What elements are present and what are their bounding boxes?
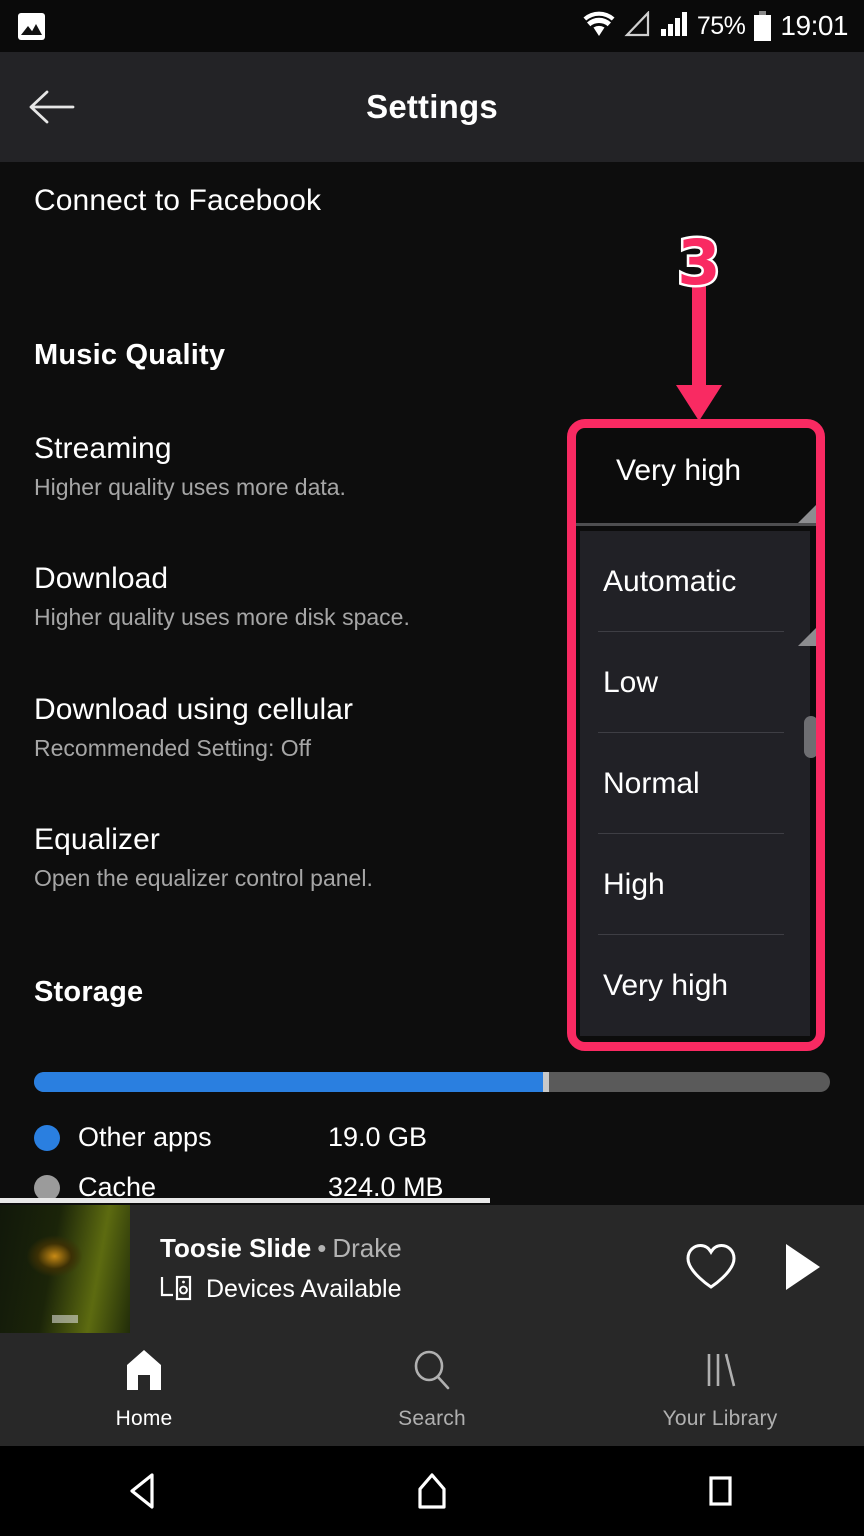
tab-search[interactable]: Search bbox=[288, 1333, 576, 1446]
setting-row-streaming[interactable]: Streaming Higher quality uses more data. bbox=[34, 432, 346, 501]
devices-available-label: Devices Available bbox=[206, 1274, 402, 1303]
album-art-thumbnail bbox=[0, 1205, 130, 1333]
status-bar-right: 75% 19:01 bbox=[583, 9, 848, 42]
dropdown-option-very-high[interactable]: Very high bbox=[580, 935, 810, 1036]
now-playing-text: Toosie Slide • Drake Devices Available bbox=[160, 1233, 402, 1306]
dropdown-option-normal[interactable]: Normal bbox=[580, 733, 810, 834]
clock-label: 19:01 bbox=[780, 10, 848, 41]
dropdown-corner-marker bbox=[798, 505, 816, 523]
dropdown-option-high[interactable]: High bbox=[580, 834, 810, 935]
setting-row-download-cellular[interactable]: Download using cellular Recommended Sett… bbox=[34, 693, 353, 762]
down-arrow-icon bbox=[668, 285, 730, 425]
dropdown-selected-label: Very high bbox=[616, 454, 742, 487]
legend-color-dot bbox=[34, 1174, 60, 1201]
dropdown-option-label: Normal bbox=[603, 766, 700, 800]
setting-subtitle: Higher quality uses more disk space. bbox=[34, 604, 410, 630]
back-arrow-icon[interactable] bbox=[22, 78, 80, 136]
dropdown-corner-marker bbox=[798, 628, 816, 646]
dropdown-option-automatic[interactable]: Automatic bbox=[580, 531, 810, 632]
tab-label: Your Library bbox=[662, 1407, 778, 1430]
home-icon bbox=[121, 1348, 167, 1397]
legend-label: Other apps bbox=[78, 1122, 212, 1152]
system-navigation-bar bbox=[0, 1446, 864, 1536]
tab-label: Search bbox=[398, 1407, 466, 1430]
tab-home[interactable]: Home bbox=[0, 1333, 288, 1446]
tab-label: Home bbox=[115, 1407, 173, 1430]
storage-usage-bar bbox=[34, 1072, 830, 1092]
library-icon bbox=[697, 1348, 743, 1397]
setting-row-equalizer[interactable]: Equalizer Open the equalizer control pan… bbox=[34, 823, 373, 892]
dropdown-panel: Very high Automatic Low Normal High Very… bbox=[576, 428, 816, 1042]
cellular-signal-icon bbox=[660, 11, 688, 42]
legend-value: 19.0 GB bbox=[328, 1122, 428, 1152]
setting-row-connect-facebook[interactable]: Connect to Facebook bbox=[34, 184, 321, 218]
app-bar: Settings bbox=[0, 52, 864, 162]
system-recents-icon[interactable] bbox=[576, 1467, 864, 1515]
artist-name: Drake bbox=[332, 1232, 402, 1263]
setting-subtitle: Recommended Setting: Off bbox=[34, 735, 311, 761]
status-bar-left bbox=[18, 12, 45, 40]
dropdown-scrollbar[interactable] bbox=[804, 716, 816, 758]
system-home-icon[interactable] bbox=[288, 1467, 576, 1515]
now-playing-title-line: Toosie Slide • Drake bbox=[160, 1233, 402, 1264]
setting-subtitle: Open the equalizer control panel. bbox=[34, 865, 373, 891]
devices-available-row[interactable]: Devices Available bbox=[160, 1273, 402, 1306]
dropdown-option-label: Automatic bbox=[603, 564, 737, 598]
search-icon bbox=[409, 1348, 455, 1397]
setting-row-download[interactable]: Download Higher quality uses more disk s… bbox=[34, 562, 410, 631]
dropdown-option-label: Very high bbox=[603, 968, 729, 1002]
bottom-tab-bar: Home Search Your Library bbox=[0, 1333, 864, 1446]
storage-legend-item: Other apps 19.0 GB bbox=[34, 1122, 427, 1153]
play-icon[interactable] bbox=[782, 1242, 824, 1297]
page-title: Settings bbox=[366, 88, 498, 125]
section-header-storage: Storage bbox=[34, 976, 143, 1009]
setting-subtitle: Higher quality uses more data. bbox=[34, 474, 346, 500]
dropdown-options-list: Automatic Low Normal High Very high bbox=[580, 531, 810, 1036]
battery-icon bbox=[754, 11, 772, 41]
setting-title: Download bbox=[34, 562, 169, 595]
wifi-icon bbox=[583, 11, 615, 42]
dropdown-selected-value[interactable]: Very high bbox=[576, 428, 816, 521]
setting-title: Equalizer bbox=[34, 823, 160, 856]
dropdown-divider bbox=[576, 523, 816, 526]
track-title: Toosie Slide bbox=[160, 1232, 312, 1263]
tab-your-library[interactable]: Your Library bbox=[576, 1333, 864, 1446]
storage-bar-cache bbox=[543, 1072, 550, 1092]
dropdown-option-low[interactable]: Low bbox=[580, 632, 810, 733]
scroll-indicator[interactable] bbox=[0, 1198, 490, 1203]
dropdown-option-label: Low bbox=[603, 665, 659, 699]
section-header-music-quality: Music Quality bbox=[34, 339, 225, 372]
now-playing-bar[interactable]: Toosie Slide • Drake Devices Available bbox=[0, 1205, 864, 1333]
legend-color-dot bbox=[34, 1124, 60, 1151]
section-header-label: Storage bbox=[34, 976, 144, 1008]
system-back-icon[interactable] bbox=[0, 1467, 288, 1515]
battery-percent-label: 75% bbox=[696, 11, 746, 40]
status-bar: 75% 19:01 bbox=[0, 0, 864, 52]
setting-title: Streaming bbox=[34, 432, 172, 465]
signal-triangle-icon bbox=[624, 9, 651, 42]
dropdown-option-label: High bbox=[603, 867, 665, 901]
now-playing-actions bbox=[684, 1242, 864, 1297]
phone-screen: 75% 19:01 Settings Connect to Facebook M… bbox=[0, 0, 864, 1536]
devices-icon bbox=[160, 1273, 192, 1306]
section-header-label: Music Quality bbox=[34, 339, 226, 371]
image-icon bbox=[18, 12, 45, 40]
setting-title: Connect to Facebook bbox=[34, 184, 322, 217]
storage-bar-other-apps bbox=[34, 1072, 544, 1092]
heart-icon[interactable] bbox=[684, 1242, 738, 1297]
streaming-quality-dropdown[interactable]: Very high Automatic Low Normal High Very… bbox=[567, 419, 825, 1051]
setting-title: Download using cellular bbox=[34, 693, 354, 726]
title-separator: • bbox=[317, 1232, 327, 1263]
callout-step-number: 3 bbox=[675, 226, 723, 299]
